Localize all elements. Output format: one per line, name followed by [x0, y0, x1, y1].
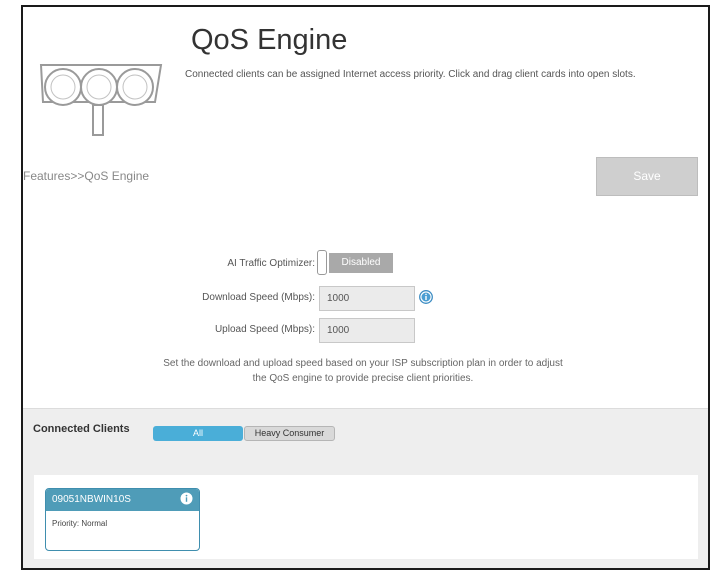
ai-traffic-optimizer-label: AI Traffic Optimizer: [227, 258, 315, 269]
connected-clients-title: Connected Clients [33, 423, 130, 435]
download-speed-label: Download Speed (Mbps): [202, 292, 315, 303]
download-speed-input[interactable]: 1000 [319, 286, 415, 311]
client-card-header: 09051NBWIN10S [46, 489, 199, 511]
client-card[interactable]: 09051NBWIN10S Priority: Normal [45, 488, 200, 551]
toggle-state-label: Disabled [329, 253, 393, 273]
speed-note: Set the download and upload speed based … [123, 356, 603, 386]
info-icon[interactable] [419, 290, 433, 304]
client-priority: Priority: Normal [52, 519, 108, 528]
connected-clients-panel: Connected Clients All Heavy Consumer 090… [23, 408, 708, 568]
upload-speed-label: Upload Speed (Mbps): [214, 324, 315, 335]
client-slot-area[interactable]: 09051NBWIN10S Priority: Normal [34, 475, 698, 559]
client-name: 09051NBWIN10S [52, 494, 131, 505]
filter-heavy-consumer-button[interactable]: Heavy Consumer [244, 426, 335, 441]
page-title: QoS Engine [191, 24, 348, 56]
speed-note-line-2: the QoS engine to provide precise client… [252, 373, 474, 384]
upload-speed-input[interactable]: 1000 [319, 318, 415, 343]
save-button[interactable]: Save [596, 157, 698, 196]
traffic-light-logo-icon [39, 64, 163, 136]
ai-traffic-optimizer-toggle[interactable]: Disabled [317, 250, 395, 275]
toggle-knob[interactable] [317, 250, 327, 275]
page-description: Connected clients can be assigned Intern… [185, 69, 636, 80]
breadcrumb[interactable]: Features>>QoS Engine [23, 169, 149, 183]
qos-engine-window: QoS Engine Connected clients can be assi… [21, 5, 710, 570]
speed-note-line-1: Set the download and upload speed based … [163, 358, 563, 369]
filter-all-button[interactable]: All [153, 426, 243, 441]
info-icon[interactable] [180, 492, 193, 505]
